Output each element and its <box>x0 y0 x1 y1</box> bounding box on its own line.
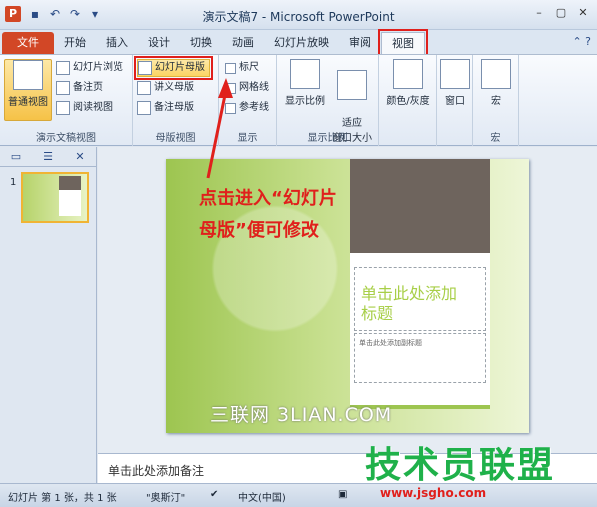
gridlines-checkbox[interactable]: 网格线 <box>225 79 269 97</box>
outline-tab-icon[interactable]: ☰ <box>32 147 64 167</box>
slide-master-button[interactable]: 幻灯片母版 <box>134 56 213 80</box>
macro-icon <box>481 59 511 89</box>
window-button[interactable]: 窗口 <box>440 59 470 107</box>
tab-home[interactable]: 开始 <box>54 32 96 54</box>
fit-window-icon <box>337 70 367 100</box>
macros-button[interactable]: 宏 <box>481 59 511 107</box>
tab-design[interactable]: 设计 <box>138 32 180 54</box>
annotation-text: 点击进入“幻灯片母版”便可修改 <box>199 188 337 241</box>
language: 中文(中国) <box>238 493 286 504</box>
slide-master-icon <box>138 61 152 75</box>
notes-placeholder: 单击此处添加备注 <box>108 464 205 478</box>
brand-url: www.jsgho.com <box>380 486 487 500</box>
title-bar: P ▪ ↶ ↷ ▾ 演示文稿7 - Microsoft PowerPoint –… <box>0 0 597 30</box>
help-icon[interactable]: ⌃ ? <box>572 35 591 48</box>
color-swatch-icon <box>393 59 423 89</box>
brand-logo-text: 技术员联盟 <box>365 445 556 486</box>
spellcheck-icon[interactable]: ✔ <box>210 489 218 500</box>
slide-thumbnail[interactable] <box>21 172 89 223</box>
slides-tab-icon[interactable]: ▭ <box>0 147 32 167</box>
magnifier-icon <box>290 59 320 89</box>
gridlines-check-icon <box>225 82 236 94</box>
theme-name: "奥斯汀" <box>146 493 186 504</box>
group-color: 颜色/灰度 <box>379 55 437 146</box>
tab-transitions[interactable]: 切换 <box>180 32 222 54</box>
handout-master-button[interactable]: 讲义母版 <box>137 79 194 97</box>
title-placeholder-text: 单击此处添加标题 <box>361 284 458 323</box>
ribbon-tabs: 文件 开始 插入 设计 切换 动画 幻灯片放映 审阅 视图 ⌃ ? <box>0 29 597 57</box>
guides-checkbox[interactable]: 参考线 <box>225 99 269 117</box>
close-panel-icon[interactable]: ✕ <box>64 147 96 167</box>
watermark: 三联网 3LIAN.COM <box>210 404 393 426</box>
normal-view-icon <box>13 60 43 90</box>
subtitle-placeholder-text: 单击此处添加副标题 <box>359 339 422 347</box>
handout-master-icon <box>137 81 151 95</box>
color-grayscale-button[interactable]: 颜色/灰度 <box>383 59 433 107</box>
tab-view[interactable]: 视图 <box>378 29 428 57</box>
tab-animations[interactable]: 动画 <box>222 32 264 54</box>
normal-view-status-icon[interactable]: ▣ <box>338 489 347 500</box>
reading-view-icon <box>56 101 70 115</box>
group-window: 窗口 <box>437 55 473 146</box>
notes-master-icon <box>137 101 151 115</box>
ruler-check-icon <box>225 62 236 74</box>
minimize-icon[interactable]: – <box>531 5 547 21</box>
slide-info: 幻灯片 第 1 张，共 1 张 <box>8 493 117 504</box>
notes-master-button[interactable]: 备注母版 <box>137 99 194 117</box>
panel-tabs: ▭ ☰ ✕ <box>0 147 96 167</box>
slides-panel: ▭ ☰ ✕ 1 <box>0 147 97 483</box>
slide-sorter-icon <box>56 61 70 75</box>
slide-sorter-button[interactable]: 幻灯片浏览 <box>56 59 123 77</box>
close-icon[interactable]: ✕ <box>575 5 591 21</box>
ribbon: 普通视图 幻灯片浏览 备注页 阅读视图 演示文稿视图 幻灯片母版 讲义母版 备注… <box>0 54 597 146</box>
group-show: 标尺 网格线 参考线 显示 <box>219 55 277 146</box>
group-macros: 宏 宏 <box>473 55 519 146</box>
window-title: 演示文稿7 - Microsoft PowerPoint <box>202 10 395 24</box>
tab-review[interactable]: 审阅 <box>339 32 381 54</box>
tab-insert[interactable]: 插入 <box>96 32 138 54</box>
group-zoom: 显示比例 适应 窗口大小 显示比例 <box>277 55 379 146</box>
window-icon <box>440 59 470 89</box>
thumbnail-number: 1 <box>10 177 17 188</box>
tab-file[interactable]: 文件 <box>2 32 54 54</box>
ruler-checkbox[interactable]: 标尺 <box>225 59 259 77</box>
slide-dark-panel <box>350 159 490 253</box>
normal-view-button[interactable]: 普通视图 <box>4 59 52 121</box>
notes-page-icon <box>56 81 70 95</box>
group-master-views: 幻灯片母版 讲义母版 备注母版 母版视图 <box>133 55 219 146</box>
group-presentation-views: 普通视图 幻灯片浏览 备注页 阅读视图 演示文稿视图 <box>0 55 133 146</box>
reading-view-button[interactable]: 阅读视图 <box>56 99 113 117</box>
window-controls: – ▢ ✕ <box>531 5 591 21</box>
restore-icon[interactable]: ▢ <box>553 5 569 21</box>
tab-slideshow[interactable]: 幻灯片放映 <box>264 32 339 54</box>
guides-check-icon <box>225 102 236 114</box>
notes-page-button[interactable]: 备注页 <box>56 79 103 97</box>
title-placeholder[interactable]: 单击此处添加标题 <box>354 267 486 331</box>
thumbnail-light-panel <box>59 190 81 216</box>
thumbnail-dark-panel <box>59 176 81 190</box>
zoom-button[interactable]: 显示比例 <box>283 59 327 107</box>
subtitle-placeholder[interactable]: 单击此处添加副标题 <box>354 333 486 383</box>
